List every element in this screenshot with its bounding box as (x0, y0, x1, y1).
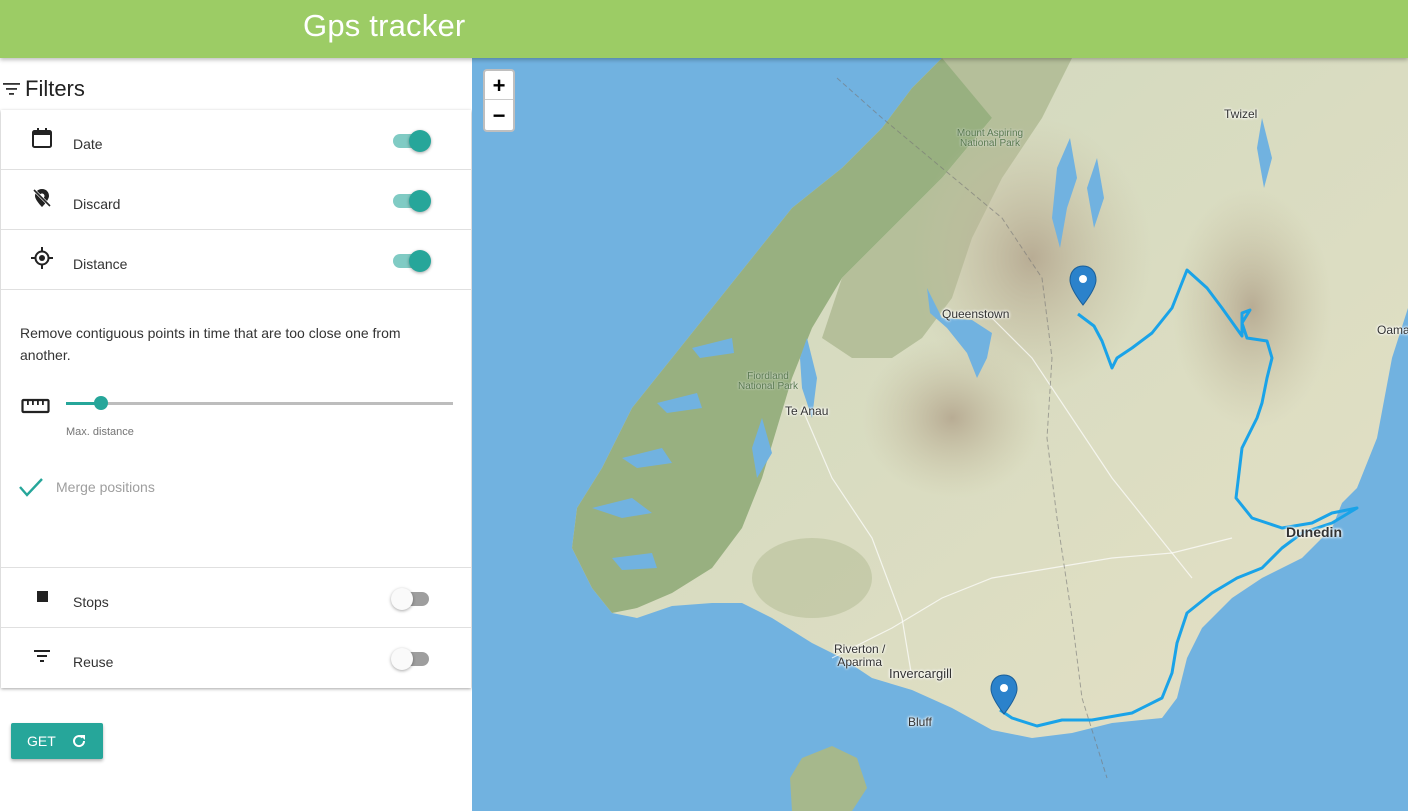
filter-row-distance[interactable]: Distance (1, 230, 471, 290)
filters-header: Filters (3, 74, 85, 104)
distance-toggle[interactable] (393, 248, 431, 272)
map-label-fiordland-2: National Park (737, 381, 799, 392)
merge-positions-label: Merge positions (56, 479, 155, 495)
filters-collapsible: Date Discard Distance Remove contiguous … (1, 110, 471, 688)
map-label-dunedin: Dunedin (1286, 524, 1342, 540)
gps-crosshair-icon (31, 247, 53, 269)
zoom-in-button[interactable]: + (485, 71, 513, 100)
app-header: Gps tracker (0, 0, 1408, 58)
filter-row-discard[interactable]: Discard (1, 170, 471, 230)
map-label-riverton: Riverton / Aparima (834, 643, 885, 669)
filters-sidebar: Filters Date Discard Distance Remove con… (0, 58, 472, 811)
merge-positions-checkbox[interactable]: Merge positions (18, 476, 155, 498)
zoom-out-button[interactable]: − (485, 101, 513, 130)
refresh-icon (73, 735, 86, 748)
filter-label-date: Date (73, 136, 103, 152)
filters-title: Filters (25, 76, 85, 101)
distance-settings: Remove contiguous points in time that ar… (1, 290, 471, 568)
stop-square-icon (37, 591, 48, 602)
filter-label-reuse: Reuse (73, 654, 114, 670)
map-label-bluff: Bluff (908, 715, 932, 729)
max-distance-slider[interactable] (66, 393, 453, 413)
map-view[interactable]: + − Twizel Mount Aspiring National Park … (472, 58, 1408, 811)
filter-label-discard: Discard (73, 196, 121, 212)
filter-row-date[interactable]: Date (1, 110, 471, 170)
map-label-mount-aspiring: Mount Aspiring National Park (950, 129, 1030, 149)
filter-label-stops: Stops (73, 594, 109, 610)
discard-toggle[interactable] (393, 188, 431, 212)
get-button[interactable]: GET (11, 723, 103, 759)
get-button-label: GET (27, 733, 56, 749)
map-label-riverton-2: Aparima (837, 655, 883, 669)
map-label-mount-aspiring-2: National Park (959, 138, 1021, 149)
map-label-twizel: Twizel (1224, 107, 1258, 121)
filter-label-distance: Distance (73, 256, 128, 272)
checkmark-icon (19, 478, 43, 497)
filter-list-icon (3, 83, 20, 95)
map-label-te-anau: Te Anau (785, 404, 829, 418)
location-off-icon (32, 188, 52, 208)
calendar-icon (32, 128, 52, 148)
filter-row-stops[interactable]: Stops (1, 568, 471, 628)
slider-track (66, 402, 453, 405)
slider-thumb[interactable] (93, 396, 108, 410)
filter-icon (34, 650, 50, 662)
map-label-queenstown: Queenstown (942, 307, 1010, 321)
reuse-toggle[interactable] (391, 646, 431, 670)
map-label-invercargill: Invercargill (889, 666, 952, 681)
max-distance-label: Max. distance (66, 426, 134, 438)
ruler-icon (21, 398, 50, 414)
map-tiles (572, 58, 1408, 811)
app-title: Gps tracker (303, 8, 466, 43)
map-label-fiordland: Fiordland National Park (728, 372, 808, 392)
map-label-oamaru: Oama (1377, 323, 1408, 337)
zoom-control: + − (483, 69, 515, 132)
distance-description: Remove contiguous points in time that ar… (20, 325, 401, 363)
filter-row-reuse[interactable]: Reuse (1, 628, 471, 688)
stops-toggle[interactable] (391, 586, 431, 610)
date-toggle[interactable] (393, 128, 431, 152)
